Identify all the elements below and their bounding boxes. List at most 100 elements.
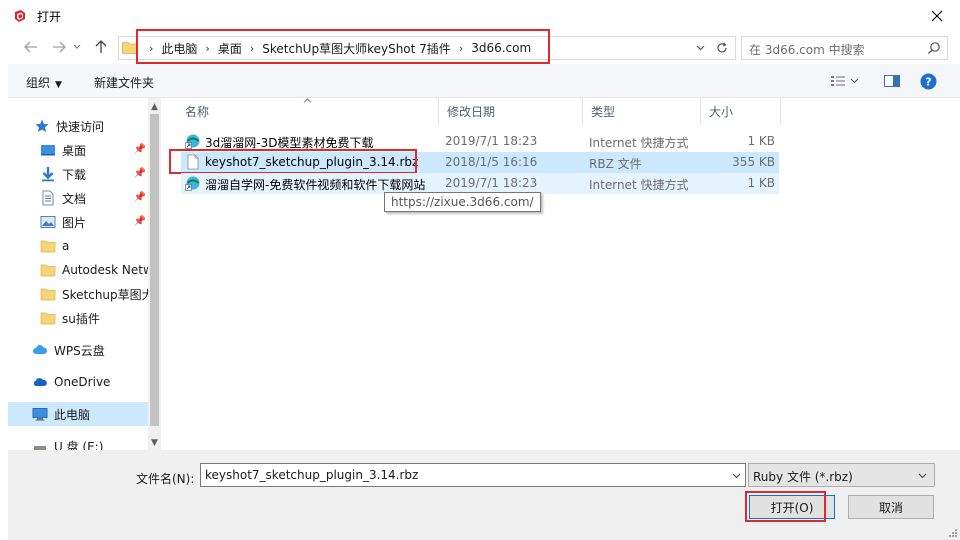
scrollbar-thumb[interactable] (150, 114, 159, 426)
filename-input[interactable]: keyshot7_sketchup_plugin_3.14.rbz (200, 463, 746, 487)
cancel-button[interactable]: 取消 (848, 495, 934, 519)
chevron-down-icon[interactable] (732, 473, 741, 479)
organize-menu-button[interactable]: 组织 ▼ (26, 74, 62, 91)
navigation-pane-scrollbar[interactable]: ▲ ▼ (148, 98, 161, 450)
sidebar-item-wps-cloud[interactable]: WPS云盘 (8, 338, 148, 362)
pin-icon: 📌 (133, 216, 146, 227)
sidebar-item-onedrive[interactable]: OneDrive (8, 370, 148, 394)
scroll-up-icon[interactable]: ▲ (148, 100, 161, 114)
sidebar-item-label: 文档 (62, 191, 87, 206)
close-icon (931, 10, 943, 22)
command-toolbar: 组织 ▼ 新建文件夹 ? (8, 64, 960, 98)
folder-icon (40, 240, 56, 253)
sidebar-item-autodesk[interactable]: Autodesk Netw (8, 258, 148, 282)
help-button[interactable]: ? (920, 72, 937, 90)
open-file-dialog: 打开 › 此电脑 › 桌面 › SketchUp草图大师keyShot 7插件 … (0, 0, 960, 540)
close-button[interactable] (914, 0, 960, 32)
view-options-button[interactable] (830, 72, 859, 90)
chevron-down-icon (73, 44, 81, 49)
sidebar-item-su-plugins[interactable]: su插件 (8, 306, 148, 330)
file-type: Internet 快捷方式 (589, 178, 689, 192)
preview-pane-button[interactable] (884, 72, 900, 90)
back-button[interactable] (20, 36, 42, 58)
forward-button[interactable] (48, 36, 70, 58)
resize-grip-icon[interactable] (948, 528, 958, 538)
navigation-pane: 快速访问 桌面 📌 下载 📌 文档 📌 图片 📌 a Autodesk Netw… (8, 98, 161, 450)
sidebar-item-label: OneDrive (54, 375, 111, 389)
search-icon (928, 42, 940, 54)
refresh-button[interactable] (713, 39, 731, 57)
file-date: 2019/7/1 18:23 (445, 134, 538, 148)
sidebar-item-folder-a[interactable]: a (8, 234, 148, 258)
sidebar-item-label: 桌面 (62, 143, 87, 158)
search-input[interactable]: 在 3d66.com 中搜索 (741, 36, 948, 60)
sidebar-item-usb-drive[interactable]: U 盘 (E:) (8, 434, 148, 450)
onedrive-icon (33, 378, 47, 386)
file-name: 溜溜自学网-免费软件视频和软件下载网站 (205, 178, 426, 192)
column-header-label: 修改日期 (447, 105, 496, 119)
document-icon (42, 190, 54, 206)
sidebar-item-documents[interactable]: 文档 📌 (8, 186, 148, 210)
svg-text:?: ? (925, 75, 931, 88)
column-header-type[interactable]: 类型 (583, 98, 701, 125)
file-row[interactable]: 溜溜自学网-免费软件视频和软件下载网站 2019/7/1 18:23 Inter… (181, 173, 779, 194)
recent-locations-button[interactable] (70, 36, 84, 58)
sidebar-item-label: Autodesk Netw (62, 263, 148, 277)
column-header-label: 大小 (709, 105, 734, 119)
column-header-size[interactable]: 大小 (701, 98, 781, 125)
column-header-name[interactable]: 名称 (177, 98, 439, 125)
internet-shortcut-icon (185, 134, 200, 149)
file-list: 名称 修改日期 类型 大小 3d溜溜网-3D模型素材免费下载 2019/7/1 … (163, 98, 951, 450)
filename-value: keyshot7_sketchup_plugin_3.14.rbz (205, 468, 419, 482)
cloud-icon (33, 345, 48, 354)
new-folder-button[interactable]: 新建文件夹 (94, 74, 154, 91)
pin-icon: 📌 (133, 144, 146, 155)
column-header-label: 名称 (185, 105, 210, 119)
sidebar-item-quick-access[interactable]: 快速访问 (8, 114, 148, 138)
search-placeholder: 在 3d66.com 中搜索 (749, 43, 865, 57)
column-header-label: 类型 (591, 105, 616, 119)
sketchup-app-icon (15, 10, 25, 22)
desktop-icon (41, 145, 55, 156)
file-type-filter-select[interactable]: Ruby 文件 (*.rbz) (748, 463, 935, 487)
file-type: RBZ 文件 (589, 157, 642, 171)
sidebar-item-label: WPS云盘 (54, 343, 105, 358)
usb-drive-icon (34, 446, 46, 450)
chevron-down-icon (850, 78, 859, 84)
sidebar-item-sketchup[interactable]: Sketchup草图大 (8, 282, 148, 306)
title-bar: 打开 (0, 0, 960, 32)
caret-down-icon: ▼ (55, 80, 62, 90)
sidebar-item-pictures[interactable]: 图片 📌 (8, 210, 148, 234)
computer-icon (32, 408, 48, 421)
refresh-icon (717, 42, 727, 53)
folder-icon (40, 264, 56, 277)
column-header-date[interactable]: 修改日期 (439, 98, 583, 125)
sidebar-item-downloads[interactable]: 下载 📌 (8, 162, 148, 186)
file-type: Internet 快捷方式 (589, 136, 689, 150)
preview-pane-icon (884, 75, 900, 87)
filename-label: 文件名(N): (136, 472, 195, 486)
sidebar-item-label: 快速访问 (56, 119, 105, 134)
view-list-icon (831, 76, 845, 86)
up-button[interactable] (90, 36, 112, 58)
sidebar-item-desktop[interactable]: 桌面 📌 (8, 138, 148, 162)
sidebar-item-this-pc[interactable]: 此电脑 (8, 402, 148, 426)
pin-icon: 📌 (133, 168, 146, 179)
navigation-bar: › 此电脑 › 桌面 › SketchUp草图大师keyShot 7插件 › 3… (8, 29, 960, 64)
window-title: 打开 (37, 10, 62, 24)
organize-label: 组织 (26, 76, 51, 90)
file-list-scroll-track (951, 98, 960, 450)
file-size: 1 KB (747, 176, 775, 190)
pin-icon: 📌 (133, 192, 146, 203)
arrow-up-icon (95, 40, 107, 53)
picture-icon (40, 216, 56, 228)
sidebar-item-label: su插件 (62, 311, 100, 326)
address-history-dropdown[interactable] (691, 40, 709, 56)
sidebar-item-label: 图片 (62, 215, 87, 230)
folder-icon (40, 312, 56, 325)
sidebar-item-label: 此电脑 (54, 407, 91, 422)
scroll-down-icon[interactable]: ▼ (148, 436, 161, 450)
highlight-annotation-address (136, 29, 550, 64)
file-date: 2018/1/5 16:16 (445, 155, 538, 169)
highlight-annotation-open (745, 491, 826, 522)
